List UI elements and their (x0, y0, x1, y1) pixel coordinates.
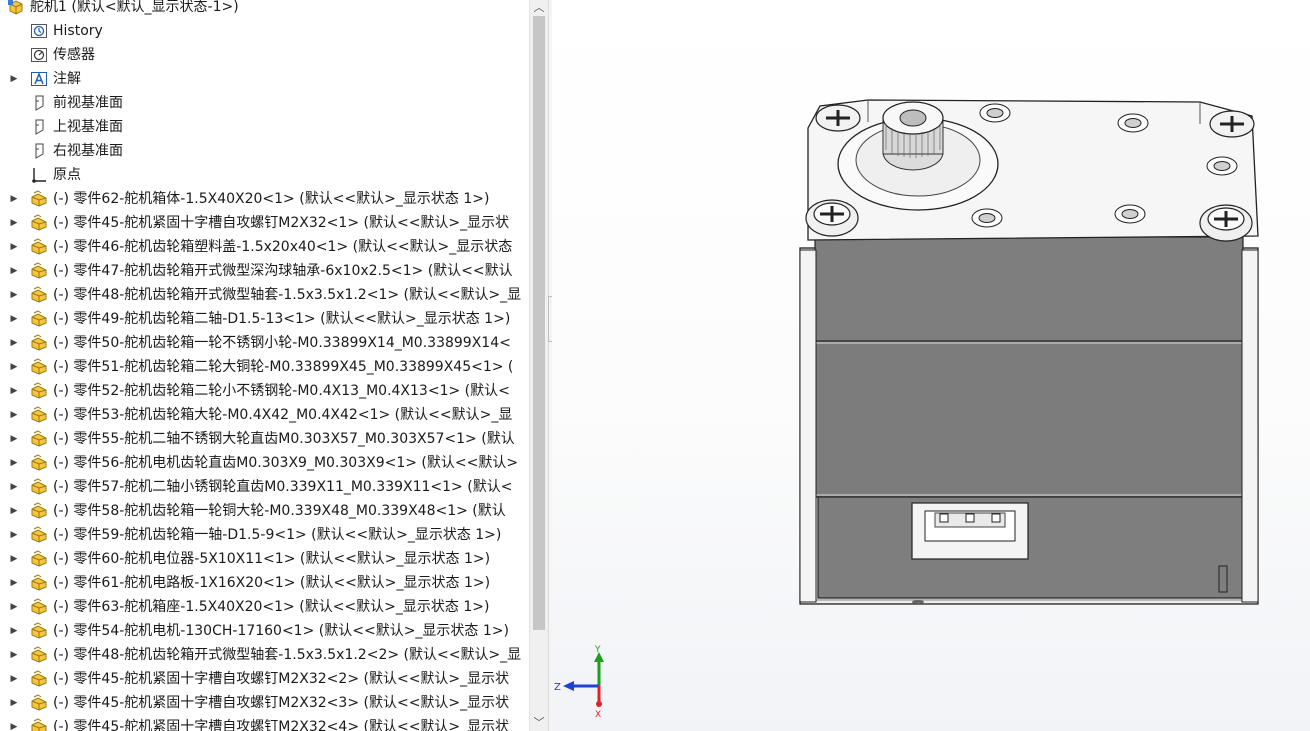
tree-part-label: (-) 零件63-舵机箱座-1.5X40X20<1> (默认<<默认>_显示状态… (53, 599, 490, 615)
part-icon (31, 406, 47, 423)
sensor-icon (31, 48, 47, 62)
tree-part-label: (-) 零件61-舵机电路板-1X16X20<1> (默认<<默认>_显示状态 … (53, 575, 491, 591)
tree-scrollbar[interactable]: ︿ ﹀ (529, 0, 548, 731)
scrollbar-thumb[interactable] (533, 16, 545, 630)
tree-item-label: History (53, 23, 103, 39)
tree-item-label: 上视基准面 (53, 119, 123, 135)
plane-icon (35, 119, 44, 135)
part-icon (31, 286, 47, 303)
expand-arrow-icon[interactable]: ▶ (9, 595, 19, 619)
part-icon (31, 334, 47, 351)
tree-part-label: (-) 零件56-舵机电机齿轮直齿M0.303X9_M0.303X9<1> (默… (53, 455, 519, 471)
tree-part-label: (-) 零件57-舵机二轴小锈钢轮直齿M0.339X11_M0.339X11<1… (53, 479, 513, 495)
expand-arrow-icon[interactable]: ▶ (9, 643, 19, 667)
expand-arrow-icon[interactable]: ▶ (9, 619, 19, 643)
expand-arrow-icon[interactable]: ▶ (9, 427, 19, 451)
part-icon (31, 382, 47, 399)
part-icon (31, 670, 47, 687)
part-icon (31, 718, 47, 731)
annotation-icon (31, 71, 47, 86)
expand-arrow-icon[interactable]: ▶ (9, 475, 19, 499)
expand-arrow-icon[interactable]: ▶ (9, 283, 19, 307)
plane-icon (35, 143, 44, 159)
part-icon (31, 502, 47, 519)
origin-icon (32, 168, 46, 183)
feature-tree-panel: 舵机1 (默认<默认_显示状态-1>) History 传感器 ▶ 注解 前视基… (0, 0, 548, 731)
part-icon (31, 622, 47, 639)
tree-part-label: (-) 零件51-舵机齿轮箱二轮大铜轮-M0.33899X45_M0.33899… (53, 359, 514, 375)
tree-item-label: 注解 (53, 71, 81, 87)
tree-part-label: (-) 零件59-舵机齿轮箱一轴-D1.5-9<1> (默认<<默认>_显示状态… (53, 527, 502, 543)
part-icon (31, 526, 47, 543)
tree-part-label: (-) 零件62-舵机箱体-1.5X40X20<1> (默认<<默认>_显示状态… (53, 191, 490, 207)
expand-arrow-icon[interactable]: ▶ (9, 67, 19, 91)
tree-part-label: (-) 零件45-舵机紧固十字槽自攻螺钉M2X32<4> (默认<<默认>_显示… (53, 719, 510, 731)
expand-arrow-icon[interactable]: ▶ (9, 547, 19, 571)
part-icon (31, 694, 47, 711)
expand-arrow-icon[interactable]: ▶ (9, 331, 19, 355)
tree-part-label: (-) 零件47-舵机齿轮箱开式微型深沟球轴承-6x10x2.5<1> (默认<… (53, 263, 513, 279)
tree-part-label: (-) 零件50-舵机齿轮箱一轮不锈钢小轮-M0.33899X14_M0.338… (53, 335, 511, 351)
tree-part-label: (-) 零件60-舵机电位器-5X10X11<1> (默认<<默认>_显示状态 … (53, 551, 491, 567)
part-icon (31, 190, 47, 207)
tree-part-label: (-) 零件45-舵机紧固十字槽自攻螺钉M2X32<3> (默认<<默认>_显示… (53, 695, 510, 711)
expand-arrow-icon[interactable]: ▶ (9, 715, 19, 731)
history-icon (31, 24, 47, 38)
tree-part-label: (-) 零件49-舵机齿轮箱二轴-D1.5-13<1> (默认<<默认>_显示状… (53, 311, 511, 327)
expand-arrow-icon[interactable]: ▶ (9, 307, 19, 331)
tree-part-label: (-) 零件45-舵机紧固十字槽自攻螺钉M2X32<1> (默认<<默认>_显示… (53, 215, 510, 231)
plane-icon (35, 95, 44, 111)
part-icon (31, 574, 47, 591)
tree-item-label: 前视基准面 (53, 95, 123, 111)
tree-part-label: (-) 零件48-舵机齿轮箱开式微型轴套-1.5x3.5x1.2<1> (默认<… (53, 287, 522, 303)
part-icon (31, 310, 47, 327)
part-icon (31, 214, 47, 231)
coordinate-triad: Y Z X (554, 645, 604, 720)
expand-arrow-icon[interactable]: ▶ (9, 691, 19, 715)
tree-part-label: (-) 零件52-舵机齿轮箱二轮小不锈钢轮-M0.4X13_M0.4X13<1>… (53, 383, 510, 399)
servo-model-render (799, 99, 1259, 605)
tree-item-label: 传感器 (53, 47, 95, 63)
expand-arrow-icon[interactable]: ▶ (9, 499, 19, 523)
tree-part-label: (-) 零件55-舵机二轴不锈钢大轮直齿M0.303X57_M0.303X57<… (53, 431, 515, 447)
triad-y-label: Y (594, 645, 601, 655)
part-icon (31, 454, 47, 471)
tree-part-label: (-) 零件46-舵机齿轮箱塑料盖-1.5x20x40<1> (默认<<默认>_… (53, 239, 513, 255)
part-icon (31, 358, 47, 375)
expand-arrow-icon[interactable]: ▶ (9, 523, 19, 547)
expand-arrow-icon[interactable]: ▶ (9, 187, 19, 211)
triad-z-label: Z (554, 682, 561, 693)
expand-arrow-icon[interactable]: ▶ (9, 451, 19, 475)
part-icon (31, 646, 47, 663)
graphics-viewport[interactable]: Y Z X (552, 0, 1310, 731)
expand-arrow-icon[interactable]: ▶ (9, 403, 19, 427)
part-icon (31, 550, 47, 567)
part-icon (31, 262, 47, 279)
tree-part-label: (-) 零件48-舵机齿轮箱开式微型轴套-1.5x3.5x1.2<2> (默认<… (53, 647, 522, 663)
part-icon (31, 430, 47, 447)
part-icon (31, 478, 47, 495)
assembly-icon (8, 0, 23, 15)
tree-part-label: (-) 零件53-舵机齿轮箱大轮-M0.4X42_M0.4X42<1> (默认<… (53, 407, 513, 423)
tree-part-label: (-) 零件58-舵机齿轮箱一轮铜大轮-M0.339X48_M0.339X48<… (53, 503, 506, 519)
part-icon (31, 598, 47, 615)
tree-part-label: (-) 零件45-舵机紧固十字槽自攻螺钉M2X32<2> (默认<<默认>_显示… (53, 671, 510, 687)
expand-arrow-icon[interactable]: ▶ (9, 211, 19, 235)
scroll-up-arrow-icon[interactable]: ︿ (530, 0, 548, 16)
triad-x-label: X (595, 710, 601, 720)
part-icon (31, 238, 47, 255)
tree-item-label: 右视基准面 (53, 143, 123, 159)
expand-arrow-icon[interactable]: ▶ (9, 571, 19, 595)
expand-arrow-icon[interactable]: ▶ (9, 235, 19, 259)
tree-part-label: (-) 零件54-舵机电机-130CH-17160<1> (默认<<默认>_显示… (53, 623, 509, 639)
expand-arrow-icon[interactable]: ▶ (9, 379, 19, 403)
tree-root-label: 舵机1 (默认<默认_显示状态-1>) (30, 0, 239, 15)
tree-item-label: 原点 (53, 167, 81, 183)
scroll-down-arrow-icon[interactable]: ﹀ (530, 715, 548, 731)
expand-arrow-icon[interactable]: ▶ (9, 259, 19, 283)
expand-arrow-icon[interactable]: ▶ (9, 667, 19, 691)
expand-arrow-icon[interactable]: ▶ (9, 355, 19, 379)
